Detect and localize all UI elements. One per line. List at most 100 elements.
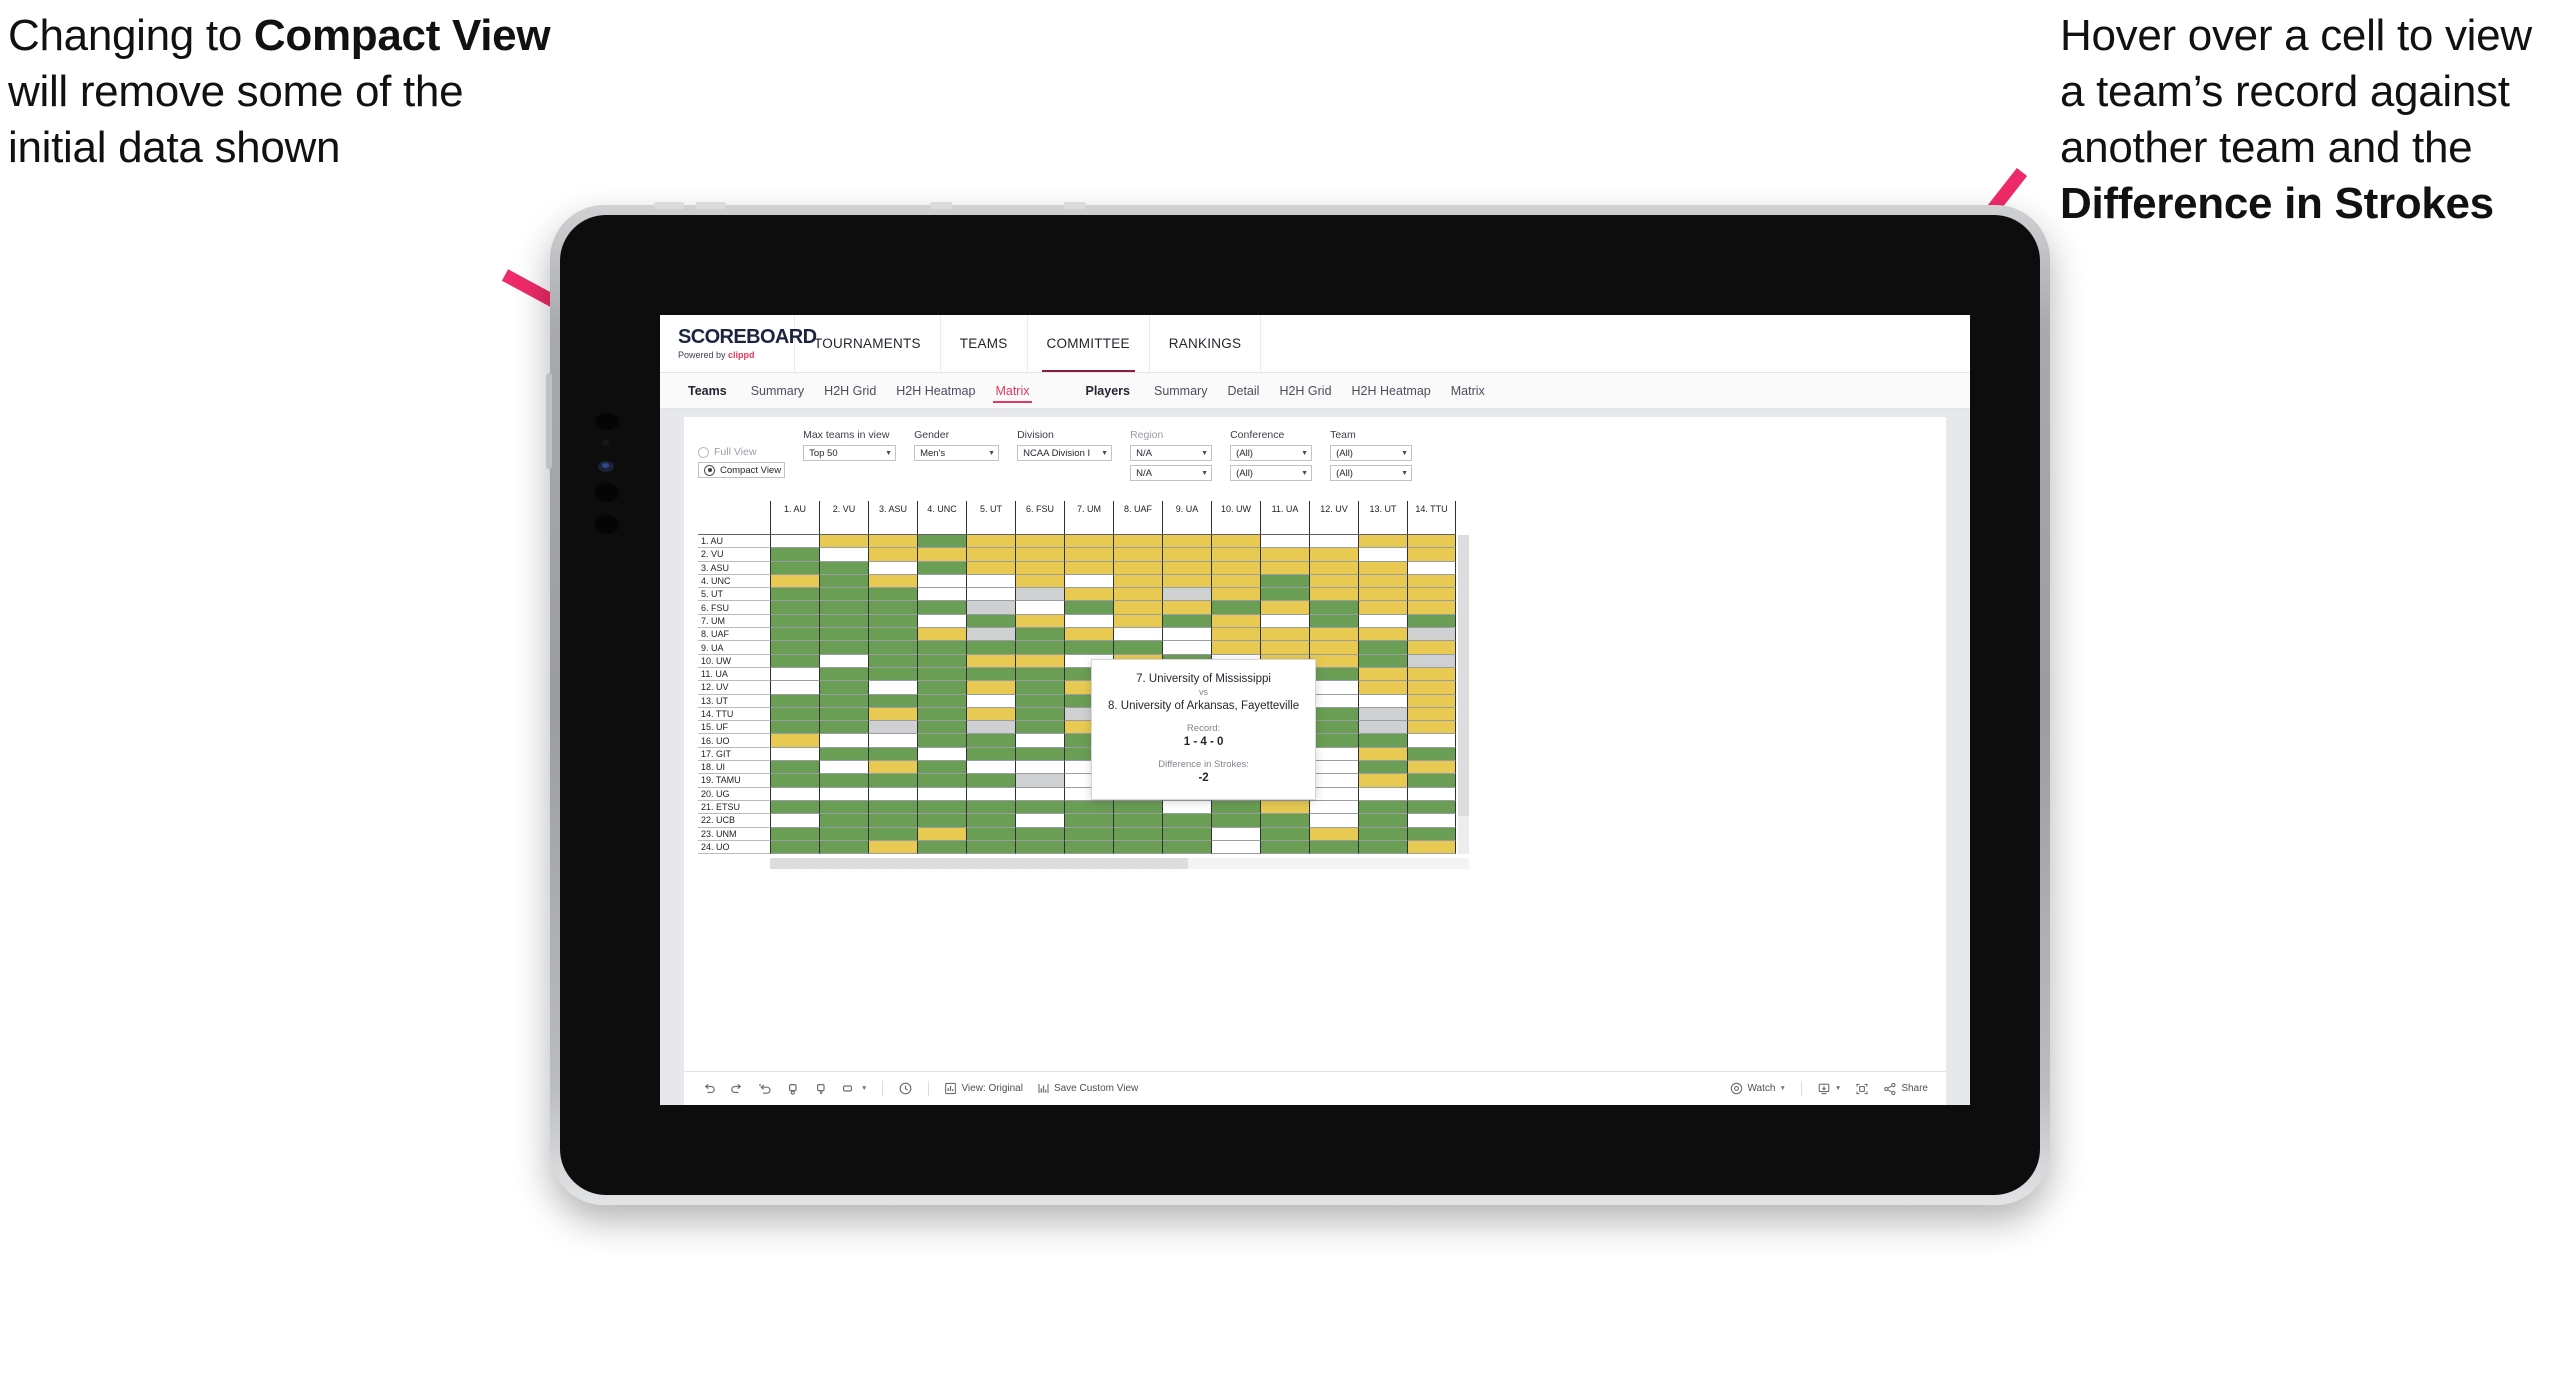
matrix-cell[interactable] bbox=[917, 814, 966, 828]
matrix-cell[interactable] bbox=[1015, 721, 1064, 735]
matrix-cell[interactable] bbox=[1309, 588, 1358, 602]
matrix-cell[interactable] bbox=[1358, 774, 1407, 788]
matrix-cell[interactable] bbox=[1015, 774, 1064, 788]
team-select-1[interactable]: (All) ▼ bbox=[1330, 445, 1413, 461]
radio-compact-view[interactable]: Compact View bbox=[698, 462, 786, 478]
tab-teams-summary[interactable]: Summary bbox=[741, 373, 814, 409]
matrix-cell[interactable] bbox=[1015, 667, 1064, 682]
gender-select[interactable]: Men's ▼ bbox=[914, 445, 1000, 461]
matrix-cell[interactable] bbox=[1309, 827, 1358, 841]
matrix-cell[interactable] bbox=[1162, 628, 1211, 642]
matrix-cell[interactable] bbox=[868, 721, 917, 735]
matrix-cell[interactable] bbox=[1358, 761, 1407, 775]
matrix-cell[interactable] bbox=[1162, 601, 1211, 615]
matrix-cell[interactable] bbox=[1064, 588, 1113, 602]
matrix-cell[interactable] bbox=[1260, 588, 1309, 602]
matrix-cell[interactable] bbox=[1015, 694, 1064, 708]
matrix-row-header[interactable]: 19. TAMU bbox=[698, 774, 770, 788]
matrix-cell[interactable] bbox=[868, 588, 917, 602]
matrix-cell[interactable] bbox=[1113, 641, 1162, 655]
matrix-column-header[interactable]: 9. UA bbox=[1162, 501, 1211, 534]
matrix-cell[interactable] bbox=[819, 814, 868, 828]
matrix-cell[interactable] bbox=[1211, 614, 1260, 629]
matrix-cell[interactable] bbox=[1113, 827, 1162, 841]
matrix-cell[interactable] bbox=[819, 734, 868, 748]
conference-select-1[interactable]: (All) ▼ bbox=[1230, 445, 1313, 461]
matrix-cell[interactable] bbox=[1260, 814, 1309, 828]
matrix-vertical-scrollbar[interactable] bbox=[1458, 535, 1469, 855]
redo-button[interactable] bbox=[724, 1077, 750, 1101]
fullscreen-button[interactable] bbox=[1849, 1077, 1875, 1101]
matrix-cell[interactable] bbox=[1064, 628, 1113, 642]
matrix-cell[interactable] bbox=[1015, 601, 1064, 615]
view-original-button[interactable]: View: Original bbox=[938, 1077, 1029, 1101]
matrix-cell[interactable] bbox=[1260, 641, 1309, 655]
matrix-cell[interactable] bbox=[917, 827, 966, 841]
matrix-cell[interactable] bbox=[1064, 800, 1113, 815]
matrix-cell[interactable] bbox=[770, 707, 819, 722]
matrix-cell[interactable] bbox=[868, 681, 917, 695]
matrix-cell[interactable] bbox=[1211, 561, 1260, 575]
matrix-cell[interactable] bbox=[770, 814, 819, 828]
matrix-cell[interactable] bbox=[1309, 654, 1358, 668]
matrix-column-header[interactable]: 11. UA bbox=[1260, 501, 1309, 534]
matrix-column-header[interactable]: 1. AU bbox=[770, 501, 819, 534]
matrix-cell[interactable] bbox=[917, 667, 966, 682]
matrix-cell[interactable] bbox=[770, 721, 819, 735]
matrix-cell[interactable] bbox=[770, 641, 819, 655]
matrix-cell[interactable] bbox=[1309, 681, 1358, 695]
matrix-cell[interactable] bbox=[868, 840, 917, 855]
matrix-cell[interactable] bbox=[1309, 601, 1358, 615]
pause-refresh-button[interactable] bbox=[780, 1077, 806, 1101]
matrix-cell[interactable] bbox=[1407, 800, 1456, 815]
matrix-cell[interactable] bbox=[1064, 561, 1113, 575]
matrix-cell[interactable] bbox=[1162, 588, 1211, 602]
matrix-cell[interactable] bbox=[1162, 827, 1211, 841]
matrix-cell[interactable] bbox=[966, 774, 1015, 788]
tab-players-h2h-heatmap[interactable]: H2H Heatmap bbox=[1342, 373, 1441, 409]
matrix-cell[interactable] bbox=[770, 787, 819, 801]
radio-full-view[interactable]: Full View bbox=[698, 446, 785, 458]
matrix-column-header[interactable]: 7. UM bbox=[1064, 501, 1113, 534]
matrix-cell[interactable] bbox=[1309, 641, 1358, 655]
matrix-cell[interactable] bbox=[1407, 747, 1456, 762]
matrix-cell[interactable] bbox=[770, 734, 819, 748]
matrix-cell[interactable] bbox=[966, 535, 1015, 549]
matrix-cell[interactable] bbox=[966, 561, 1015, 575]
matrix-cell[interactable] bbox=[1211, 814, 1260, 828]
matrix-row-header[interactable]: 9. UA bbox=[698, 641, 770, 655]
matrix-row-header[interactable]: 8. UAF bbox=[698, 628, 770, 642]
tab-players-h2h-grid[interactable]: H2H Grid bbox=[1269, 373, 1341, 409]
matrix-cell[interactable] bbox=[1211, 601, 1260, 615]
save-custom-view-button[interactable]: Save Custom View bbox=[1031, 1077, 1144, 1101]
matrix-cell[interactable] bbox=[1358, 548, 1407, 562]
matrix-cell[interactable] bbox=[1309, 535, 1358, 549]
matrix-column-header[interactable]: 14. TTU bbox=[1407, 501, 1456, 534]
matrix-cell[interactable] bbox=[917, 840, 966, 855]
conference-select-2[interactable]: (All) ▼ bbox=[1230, 465, 1313, 481]
matrix-cell[interactable] bbox=[1015, 734, 1064, 748]
matrix-cell[interactable] bbox=[1211, 588, 1260, 602]
matrix-cell[interactable] bbox=[770, 800, 819, 815]
matrix-cell[interactable] bbox=[868, 787, 917, 801]
matrix-column-header[interactable]: 10. UW bbox=[1211, 501, 1260, 534]
team-select-2[interactable]: (All) ▼ bbox=[1330, 465, 1413, 481]
matrix-cell[interactable] bbox=[1407, 787, 1456, 801]
matrix-column-header[interactable]: 5. UT bbox=[966, 501, 1015, 534]
shape-dropdown-button[interactable]: ▼ bbox=[836, 1077, 873, 1101]
matrix-cell[interactable] bbox=[1162, 548, 1211, 562]
revert-button[interactable] bbox=[752, 1077, 778, 1101]
matrix-cell[interactable] bbox=[770, 588, 819, 602]
matrix-cell[interactable] bbox=[917, 734, 966, 748]
matrix-cell[interactable] bbox=[819, 761, 868, 775]
matrix-cell[interactable] bbox=[917, 654, 966, 668]
matrix-column-header[interactable]: 13. UT bbox=[1358, 501, 1407, 534]
matrix-cell[interactable] bbox=[819, 694, 868, 708]
matrix-cell[interactable] bbox=[966, 840, 1015, 855]
matrix-column-header[interactable]: 4. UNC bbox=[917, 501, 966, 534]
division-select[interactable]: NCAA Division I ▼ bbox=[1017, 445, 1113, 461]
matrix-cell[interactable] bbox=[868, 614, 917, 629]
matrix-cell[interactable] bbox=[966, 601, 1015, 615]
undo-button[interactable] bbox=[696, 1077, 722, 1101]
matrix-cell[interactable] bbox=[1211, 628, 1260, 642]
